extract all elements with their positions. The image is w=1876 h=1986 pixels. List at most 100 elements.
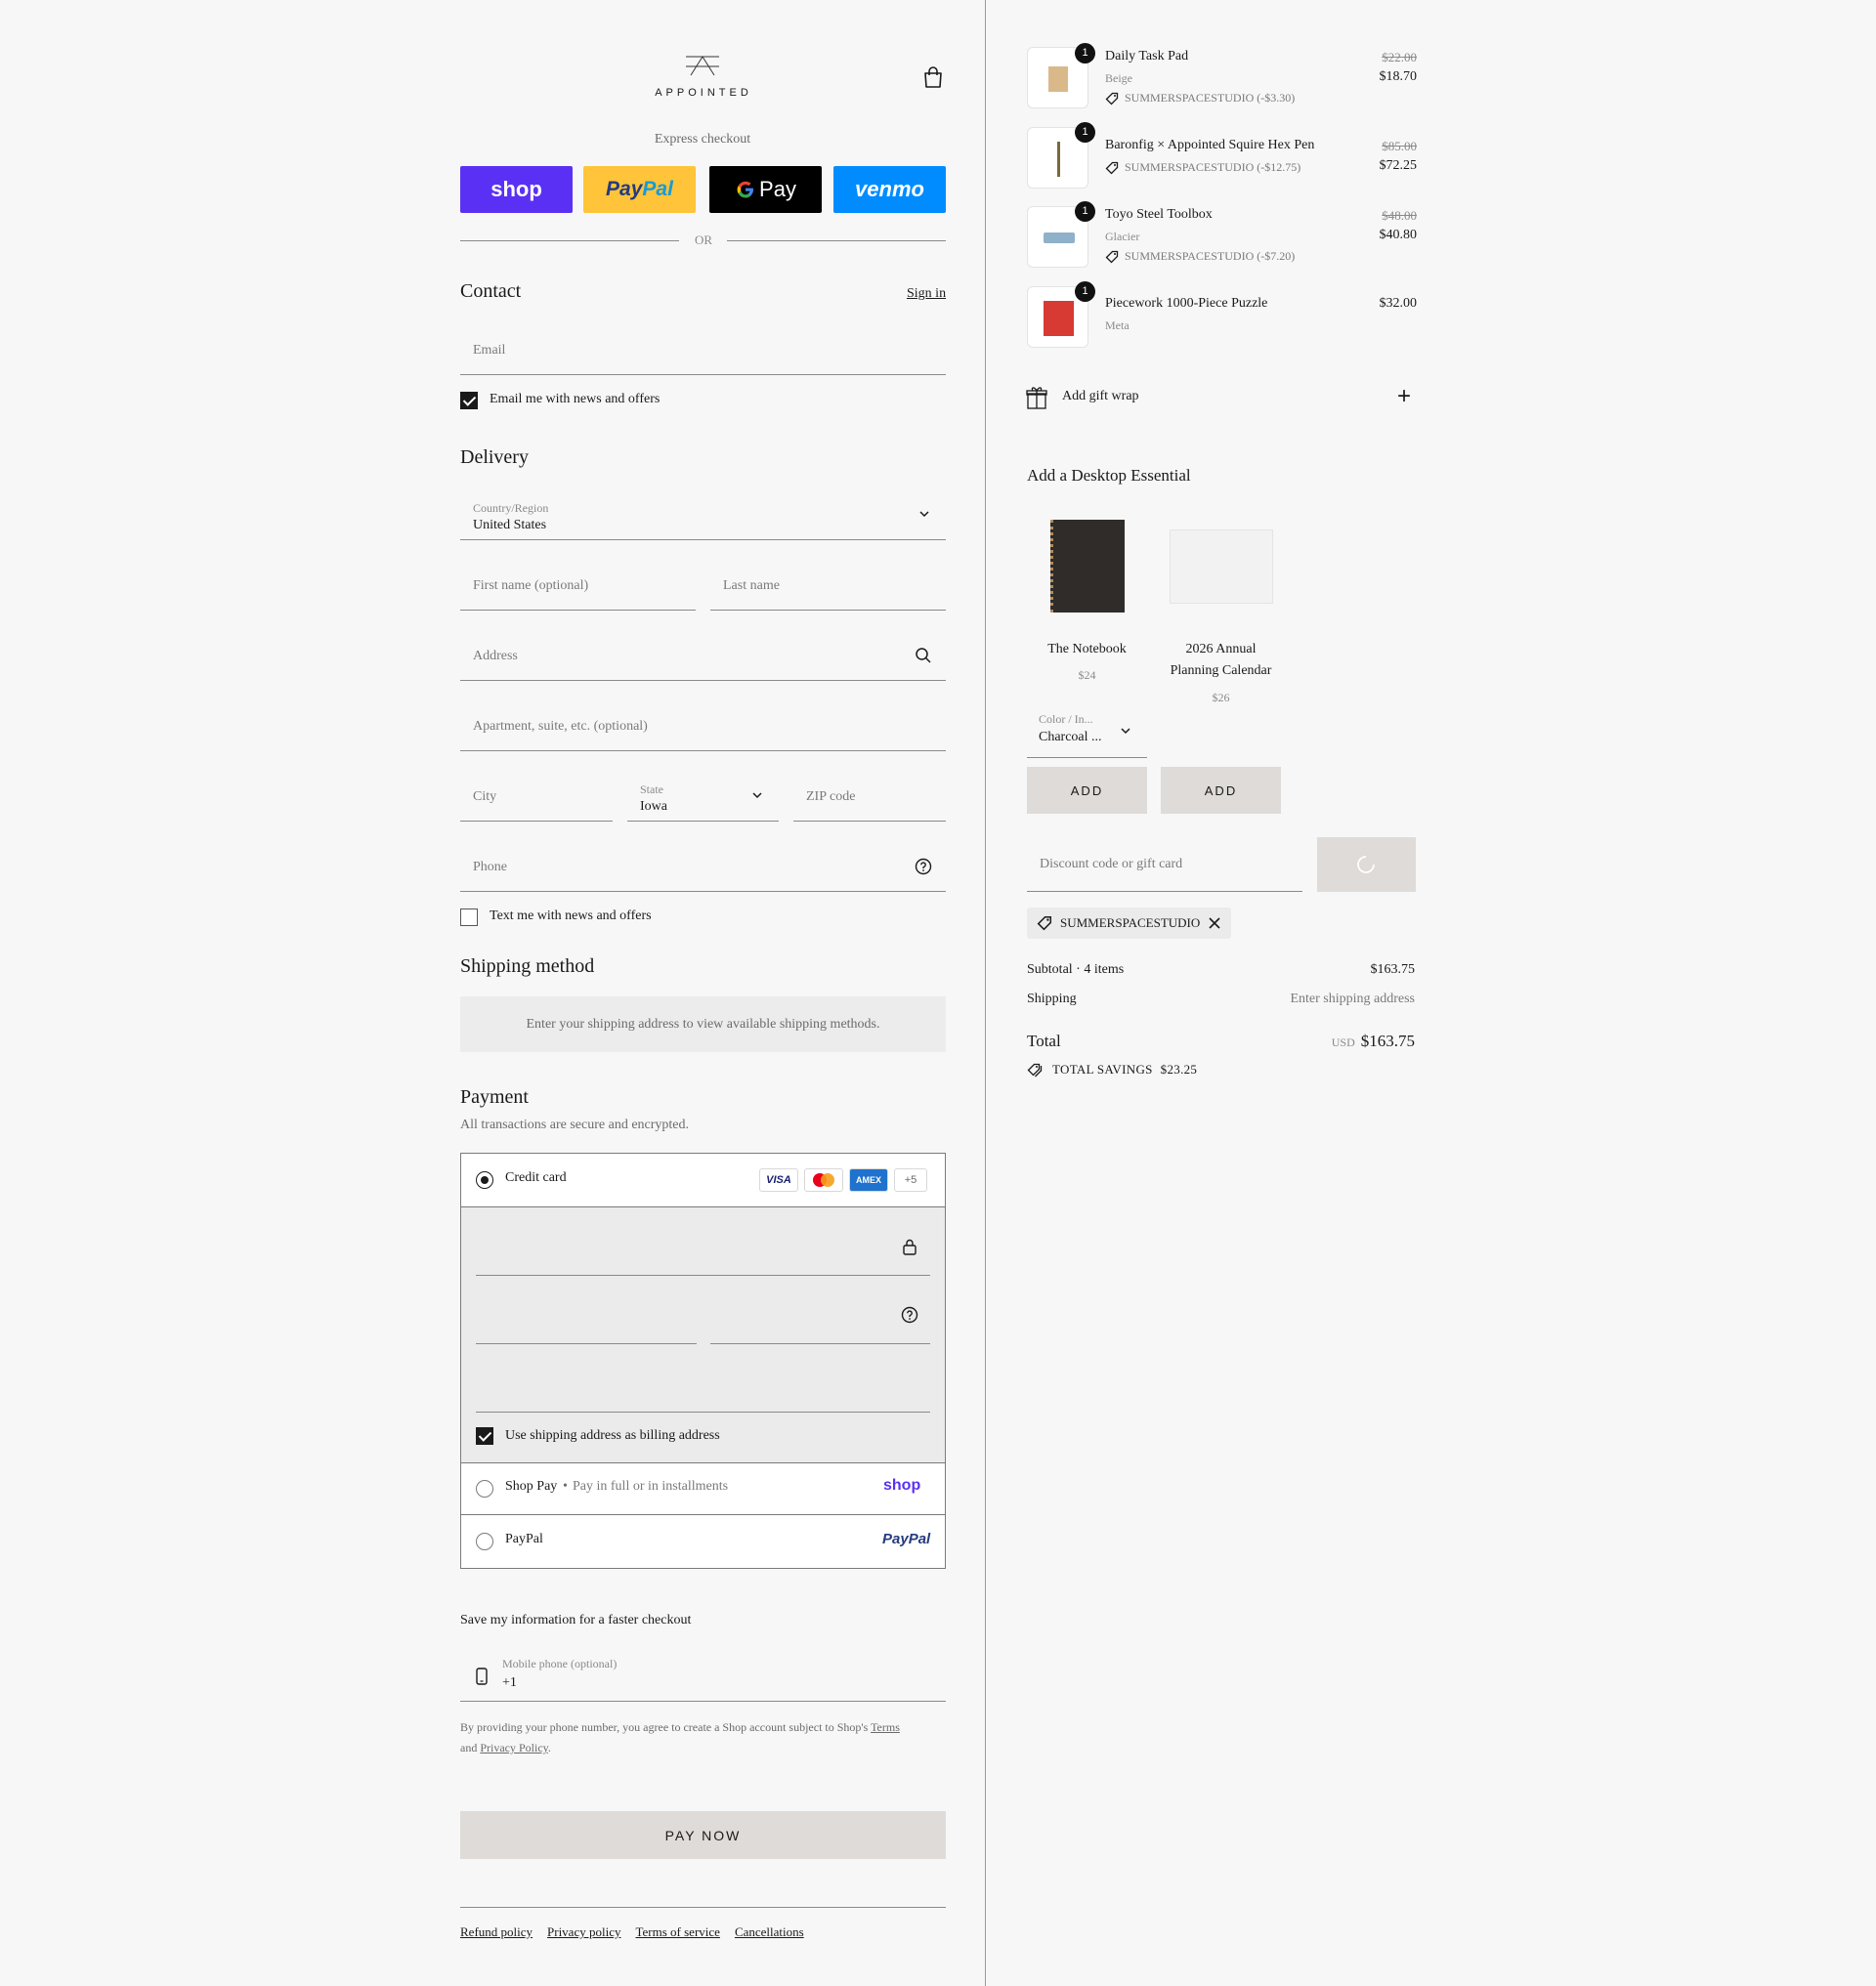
item-price: $32.00 bbox=[1379, 296, 1418, 311]
applied-code-text: SUMMERSPACESTUDIO bbox=[1060, 915, 1201, 930]
original-price: $22.00 bbox=[1382, 50, 1417, 64]
shop-pay-label: Shop Pay bbox=[505, 1479, 558, 1494]
delivery-title: Delivery bbox=[460, 446, 529, 468]
payment-methods-box: Credit card VISA AMEX +5 Use shipping ad… bbox=[460, 1153, 946, 1569]
more-cards-badge: +5 bbox=[894, 1168, 927, 1192]
apply-discount-button[interactable] bbox=[1317, 837, 1416, 892]
paypal-logo: PayPal bbox=[882, 1531, 931, 1547]
add-calendar-button[interactable]: ADD bbox=[1161, 767, 1281, 814]
card-number-field[interactable] bbox=[476, 1275, 930, 1276]
chevron-down-icon bbox=[752, 792, 762, 799]
quantity-badge: 1 bbox=[1075, 201, 1095, 222]
credit-card-radio[interactable] bbox=[476, 1171, 493, 1189]
security-code-field[interactable] bbox=[710, 1343, 930, 1344]
refund-policy-link[interactable]: Refund policy bbox=[460, 1924, 533, 1940]
shipping-method-title: Shipping method bbox=[460, 955, 595, 977]
loading-spinner-icon bbox=[1357, 856, 1375, 873]
save-info-title: Save my information for a faster checkou… bbox=[460, 1613, 692, 1627]
total-savings: TOTAL SAVINGS $23.25 bbox=[1027, 1062, 1197, 1078]
country-select[interactable]: Country/Region United States bbox=[460, 491, 946, 540]
task-pad-image bbox=[1048, 66, 1068, 92]
email-field[interactable]: Email bbox=[460, 326, 946, 375]
total-value: USD $163.75 bbox=[1331, 1032, 1415, 1050]
item-name: Baronfig × Appointed Squire Hex Pen bbox=[1105, 138, 1315, 152]
mobile-phone-value: +1 bbox=[502, 1675, 517, 1690]
billing-same-checkbox[interactable] bbox=[476, 1427, 493, 1445]
help-icon[interactable] bbox=[901, 1306, 918, 1324]
text-opt-in-checkbox[interactable] bbox=[460, 908, 478, 926]
brand-logo[interactable]: APPOINTED bbox=[645, 87, 762, 99]
shop-logo: shop bbox=[883, 1477, 921, 1494]
last-name-field[interactable]: Last name bbox=[710, 562, 946, 611]
sign-in-link[interactable]: Sign in bbox=[907, 286, 946, 302]
name-on-card-field[interactable] bbox=[476, 1412, 930, 1413]
paypal-radio[interactable] bbox=[476, 1533, 493, 1550]
item-discount: SUMMERSPACESTUDIO (-$7.20) bbox=[1105, 249, 1295, 264]
search-icon bbox=[916, 648, 931, 663]
phone-field[interactable]: Phone bbox=[460, 843, 946, 892]
contact-title: Contact bbox=[460, 280, 522, 302]
upsell-product-price: $24 bbox=[1078, 668, 1096, 682]
lock-icon bbox=[903, 1239, 917, 1255]
email-opt-in-label: Email me with news and offers bbox=[490, 392, 661, 406]
item-variant: Meta bbox=[1105, 318, 1130, 332]
notebook-image bbox=[1050, 520, 1125, 613]
tag-icon bbox=[1105, 161, 1119, 174]
paypal-label: PayPal bbox=[505, 1532, 543, 1546]
upsell-product-name: 2026 Annual Planning Calendar bbox=[1170, 642, 1272, 678]
mobile-phone-field[interactable]: Mobile phone (optional) +1 bbox=[460, 1651, 946, 1702]
notebook-variant-select[interactable]: Color / In... Charcoal ... bbox=[1027, 710, 1147, 758]
venmo-button[interactable]: venmo bbox=[833, 166, 946, 213]
google-pay-button[interactable]: Pay bbox=[709, 166, 822, 213]
total-label: Total bbox=[1027, 1032, 1061, 1050]
subtotal-label: Subtotal · 4 items bbox=[1027, 962, 1125, 977]
discount-code-input[interactable]: Discount code or gift card bbox=[1027, 837, 1302, 892]
pen-image bbox=[1057, 142, 1060, 177]
email-opt-in-checkbox[interactable] bbox=[460, 392, 478, 409]
dot-separator: • bbox=[563, 1479, 568, 1494]
upsell-title: Add a Desktop Essential bbox=[1027, 466, 1191, 485]
add-notebook-button[interactable]: ADD bbox=[1027, 767, 1147, 814]
upsell-product-price: $26 bbox=[1212, 691, 1230, 704]
address-field[interactable]: Address bbox=[460, 632, 946, 681]
upsell-product-name: The Notebook bbox=[1047, 642, 1127, 656]
item-variant: Beige bbox=[1105, 71, 1132, 85]
terms-of-service-link[interactable]: Terms of service bbox=[635, 1924, 719, 1940]
paypal-button[interactable]: Pay Pal bbox=[583, 166, 696, 213]
remove-code-close-icon[interactable] bbox=[1208, 916, 1221, 930]
pay-now-button[interactable]: PAY NOW bbox=[460, 1811, 946, 1859]
shopping-bag-icon[interactable] bbox=[922, 65, 944, 89]
shop-pay-option[interactable]: Shop Pay • Pay in full or in installment… bbox=[461, 1463, 945, 1515]
shipping-info-box: Enter your shipping address to view avai… bbox=[460, 996, 946, 1052]
shop-pay-button[interactable]: shop bbox=[460, 166, 573, 213]
shipping-label: Shipping bbox=[1027, 992, 1077, 1006]
express-checkout-label: Express checkout bbox=[654, 132, 751, 147]
applied-discount-chip: SUMMERSPACESTUDIO bbox=[1027, 908, 1232, 939]
privacy-policy-footer-link[interactable]: Privacy policy bbox=[547, 1924, 620, 1940]
add-gift-wrap-plus-icon[interactable]: + bbox=[1397, 385, 1411, 408]
expiration-date-field[interactable] bbox=[476, 1343, 697, 1344]
first-name-field[interactable]: First name (optional) bbox=[460, 562, 696, 611]
quantity-badge: 1 bbox=[1075, 281, 1095, 302]
state-select[interactable]: State Iowa bbox=[627, 773, 779, 822]
payment-subtitle: All transactions are secure and encrypte… bbox=[460, 1118, 690, 1132]
apartment-field[interactable]: Apartment, suite, etc. (optional) bbox=[460, 702, 946, 751]
mobile-phone-icon bbox=[476, 1668, 488, 1685]
original-price: $85.00 bbox=[1382, 139, 1417, 153]
credit-card-option[interactable]: Credit card VISA AMEX +5 bbox=[461, 1154, 945, 1206]
city-field[interactable]: City bbox=[460, 773, 613, 822]
help-icon[interactable] bbox=[915, 858, 932, 875]
paypal-option[interactable]: PayPal PayPal bbox=[461, 1515, 945, 1568]
zip-field[interactable]: ZIP code bbox=[793, 773, 946, 822]
tag-icon bbox=[1037, 915, 1052, 931]
terms-link[interactable]: Terms bbox=[871, 1720, 900, 1734]
quantity-badge: 1 bbox=[1075, 122, 1095, 143]
original-price: $48.00 bbox=[1382, 208, 1417, 223]
mobile-phone-label: Mobile phone (optional) bbox=[502, 1657, 618, 1670]
text-opt-in-label: Text me with news and offers bbox=[490, 908, 652, 923]
gift-wrap-label[interactable]: Add gift wrap bbox=[1062, 389, 1139, 404]
privacy-policy-link[interactable]: Privacy Policy bbox=[480, 1741, 548, 1754]
cancellations-link[interactable]: Cancellations bbox=[735, 1924, 804, 1940]
shop-pay-radio[interactable] bbox=[476, 1480, 493, 1498]
amex-icon: AMEX bbox=[849, 1168, 888, 1192]
